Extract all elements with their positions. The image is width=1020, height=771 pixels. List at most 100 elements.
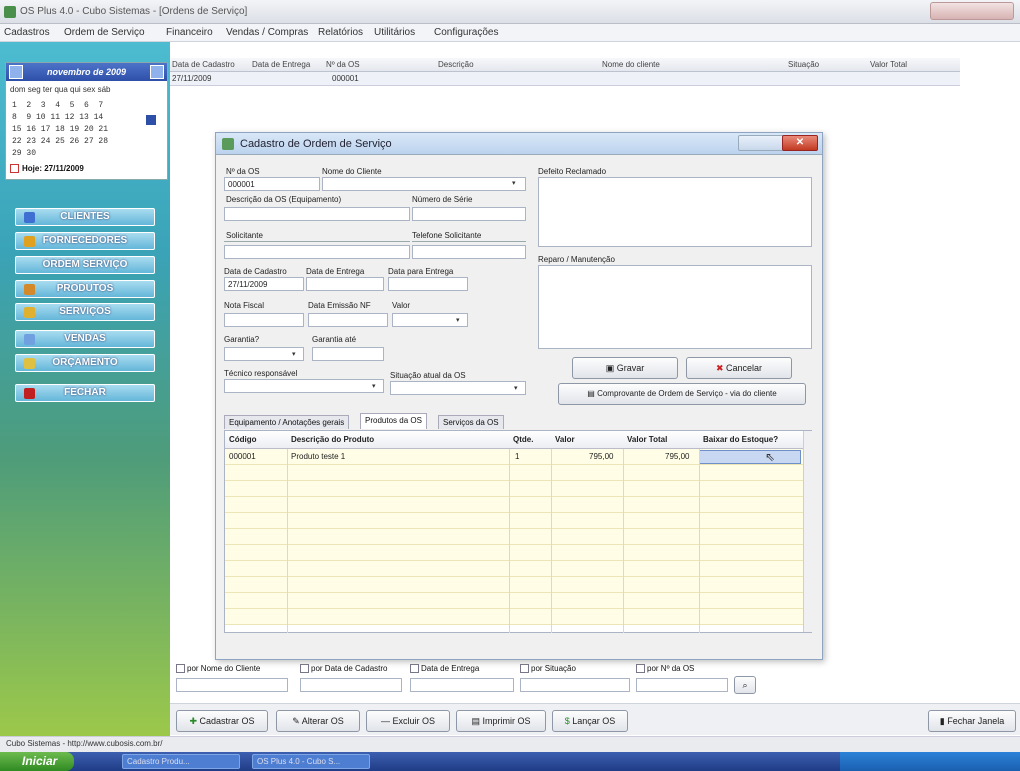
table-row[interactable] bbox=[225, 497, 803, 513]
filter-nome-cliente-input[interactable] bbox=[176, 678, 288, 692]
calendar-week[interactable]: 1 2 3 4 5 6 7 bbox=[12, 101, 103, 110]
nav-servicos-button[interactable]: SERVIÇOS bbox=[15, 303, 155, 321]
chevron-down-icon[interactable]: ▾ bbox=[514, 384, 518, 392]
calendar-selected-day[interactable] bbox=[146, 115, 156, 125]
data-cadastro-field[interactable]: 27/11/2009 bbox=[224, 277, 304, 291]
column-header[interactable]: Nome do cliente bbox=[602, 60, 660, 69]
alterar-os-button[interactable]: ✎ Alterar OS bbox=[276, 710, 360, 732]
table-row[interactable]: 000001 Produto teste 1 1 795,00 795,00 ⇖ bbox=[225, 449, 803, 465]
taskbar-item[interactable]: Cadastro Produ... bbox=[122, 754, 240, 769]
column-header[interactable]: Descrição do Produto bbox=[291, 435, 374, 444]
prev-month-icon[interactable] bbox=[9, 65, 23, 79]
tab-equipamento[interactable]: Equipamento / Anotações gerais bbox=[224, 415, 350, 429]
chevron-down-icon[interactable]: ▾ bbox=[456, 316, 460, 324]
column-header[interactable]: Situação bbox=[788, 60, 819, 69]
filter-data-entrega-input[interactable] bbox=[410, 678, 514, 692]
solicitante-field[interactable] bbox=[224, 245, 410, 259]
data-emissao-nf-field[interactable] bbox=[308, 313, 388, 327]
column-header[interactable]: Código bbox=[229, 435, 257, 444]
table-row[interactable] bbox=[225, 529, 803, 545]
nav-ordem-servico-button[interactable]: ORDEM SERVIÇO bbox=[15, 256, 155, 274]
minimize-maximize-icon[interactable] bbox=[738, 135, 786, 151]
filter-numero-os-input[interactable] bbox=[636, 678, 728, 692]
table-row[interactable] bbox=[225, 545, 803, 561]
table-row[interactable]: 27/11/2009 000001 bbox=[170, 72, 960, 86]
column-header[interactable]: Valor bbox=[555, 435, 575, 444]
nav-vendas-button[interactable]: VENDAS bbox=[15, 330, 155, 348]
data-entrega-field[interactable] bbox=[306, 277, 384, 291]
filter-data-cadastro-input[interactable] bbox=[300, 678, 402, 692]
baixar-estoque-cell[interactable] bbox=[699, 450, 801, 464]
filter-data-entrega[interactable]: Data de Entrega bbox=[410, 664, 479, 674]
filter-data-cadastro[interactable]: por Data de Cadastro bbox=[300, 664, 388, 674]
table-row[interactable] bbox=[225, 609, 803, 625]
column-header[interactable]: Nº da OS bbox=[326, 60, 360, 69]
nav-fornecedores-button[interactable]: FORNECEDORES bbox=[15, 232, 155, 250]
calendar-week[interactable]: 8 9 10 11 12 13 14 bbox=[12, 113, 103, 122]
filter-nome-cliente[interactable]: por Nome do Cliente bbox=[176, 664, 260, 674]
search-button[interactable]: ⌕ bbox=[734, 676, 756, 694]
chevron-down-icon[interactable]: ▾ bbox=[292, 350, 296, 358]
filter-numero-os[interactable]: por Nº da OS bbox=[636, 664, 694, 674]
column-header[interactable]: Qtde. bbox=[513, 435, 533, 444]
filter-situacao-select[interactable] bbox=[520, 678, 630, 692]
nota-fiscal-field[interactable] bbox=[224, 313, 304, 327]
garantia-ate-field[interactable] bbox=[312, 347, 384, 361]
comprovante-button[interactable]: ▤ Comprovante de Ordem de Serviço - via … bbox=[558, 383, 806, 405]
column-header[interactable]: Baixar do Estoque? bbox=[703, 435, 778, 444]
calendar-week[interactable]: 29 30 bbox=[12, 149, 36, 158]
checkbox-icon[interactable] bbox=[300, 664, 309, 674]
calendar-today[interactable]: Hoje: 27/11/2009 bbox=[10, 164, 84, 174]
nav-clientes-button[interactable]: CLIENTES bbox=[15, 208, 155, 226]
checkbox-icon[interactable] bbox=[636, 664, 645, 674]
checkbox-icon[interactable] bbox=[176, 664, 185, 674]
defeito-reclamado-textarea[interactable] bbox=[538, 177, 812, 247]
menu-relatorios[interactable]: Relatórios bbox=[318, 27, 363, 38]
chevron-down-icon[interactable]: ▾ bbox=[372, 382, 376, 390]
descricao-os-field[interactable] bbox=[224, 207, 410, 221]
tab-servicos[interactable]: Serviços da OS bbox=[438, 415, 504, 429]
start-button[interactable]: Iniciar bbox=[0, 752, 74, 771]
grid-scrollbar[interactable] bbox=[803, 431, 812, 632]
menu-utilitarios[interactable]: Utilitários bbox=[374, 27, 415, 38]
calendar-week[interactable]: 15 16 17 18 19 20 21 bbox=[12, 125, 108, 134]
next-month-icon[interactable] bbox=[150, 65, 164, 79]
cancelar-button[interactable]: ✖ Cancelar bbox=[686, 357, 792, 379]
filter-situacao[interactable]: por Situação bbox=[520, 664, 576, 674]
calendar[interactable]: novembro de 2009 dom seg ter qua qui sex… bbox=[5, 62, 168, 180]
imprimir-os-button[interactable]: ▤ Imprimir OS bbox=[456, 710, 546, 732]
fechar-janela-button[interactable]: ▮ Fechar Janela bbox=[928, 710, 1016, 732]
dialog-close-button[interactable]: ✕ bbox=[782, 135, 818, 151]
excluir-os-button[interactable]: — Excluir OS bbox=[366, 710, 450, 732]
column-header[interactable]: Descrição bbox=[438, 60, 474, 69]
lancar-os-button[interactable]: $ Lançar OS bbox=[552, 710, 628, 732]
nav-produtos-button[interactable]: PRODUTOS bbox=[15, 280, 155, 298]
table-row[interactable] bbox=[225, 481, 803, 497]
menu-ordem-servico[interactable]: Ordem de Serviço bbox=[64, 27, 145, 38]
chevron-down-icon[interactable]: ▾ bbox=[512, 179, 516, 187]
tecnico-responsavel-select[interactable] bbox=[224, 379, 384, 393]
data-para-entrega-field[interactable] bbox=[388, 277, 468, 291]
system-tray[interactable] bbox=[840, 752, 1020, 771]
taskbar-item[interactable]: OS Plus 4.0 - Cubo S... bbox=[252, 754, 370, 769]
numero-os-field[interactable]: 000001 bbox=[224, 177, 320, 191]
gravar-button[interactable]: ▣ Gravar bbox=[572, 357, 678, 379]
numero-serie-field[interactable] bbox=[412, 207, 526, 221]
nome-cliente-select[interactable] bbox=[322, 177, 526, 191]
table-row[interactable] bbox=[225, 465, 803, 481]
reparo-textarea[interactable] bbox=[538, 265, 812, 349]
checkbox-icon[interactable] bbox=[410, 664, 419, 674]
cadastrar-os-button[interactable]: ✚ Cadastrar OS bbox=[176, 710, 268, 732]
calendar-week[interactable]: 22 23 24 25 26 27 28 bbox=[12, 137, 108, 146]
nav-orcamento-button[interactable]: ORÇAMENTO bbox=[15, 354, 155, 372]
table-row[interactable] bbox=[225, 513, 803, 529]
menu-financeiro[interactable]: Financeiro bbox=[166, 27, 213, 38]
telefone-solicitante-field[interactable] bbox=[412, 245, 526, 259]
menu-cadastros[interactable]: Cadastros bbox=[4, 27, 50, 38]
window-controls[interactable] bbox=[930, 2, 1014, 20]
table-row[interactable] bbox=[225, 593, 803, 609]
menu-vendas-compras[interactable]: Vendas / Compras bbox=[226, 27, 308, 38]
table-row[interactable] bbox=[225, 561, 803, 577]
column-header[interactable]: Data de Entrega bbox=[252, 60, 310, 69]
column-header[interactable]: Data de Cadastro bbox=[172, 60, 235, 69]
